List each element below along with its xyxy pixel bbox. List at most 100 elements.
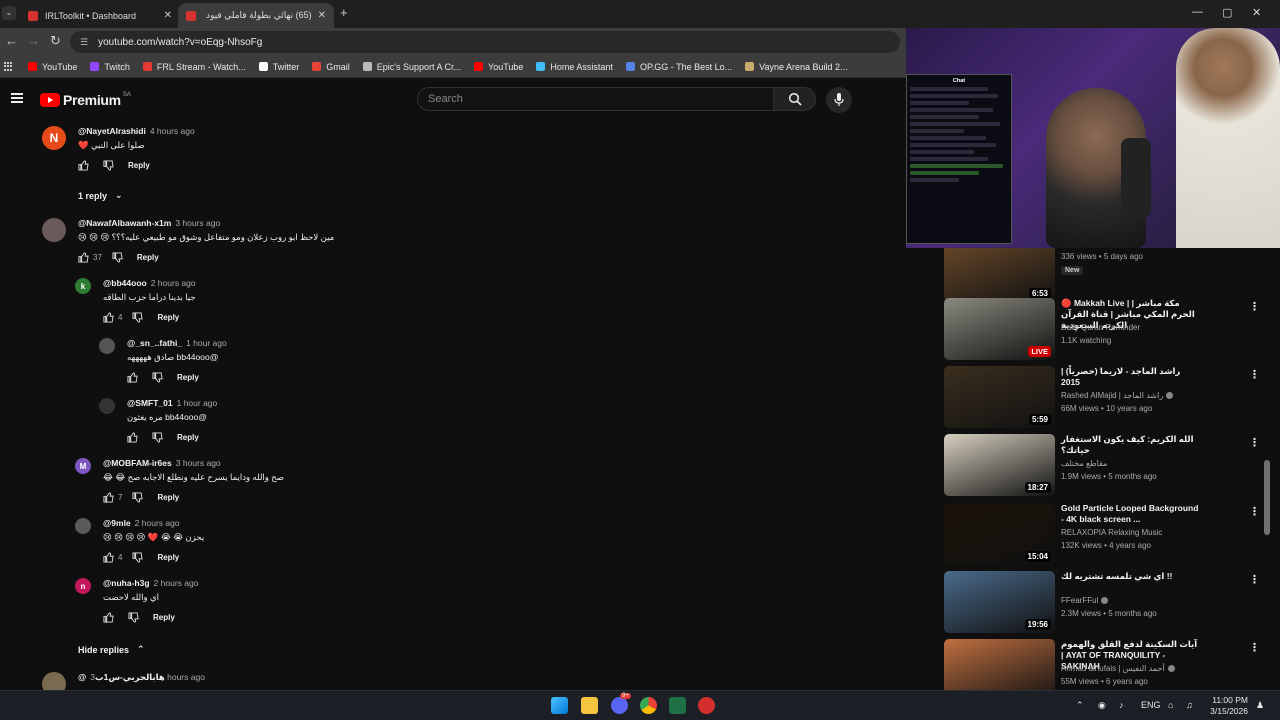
thumbs-down-icon[interactable] [152,432,163,443]
comment-author[interactable]: @هابالحربي-س1ب3 hours ago [78,672,205,683]
show-replies-button[interactable]: 1 reply ⌄ [78,190,123,201]
system-clock[interactable]: 11:00 PM 3/15/2026 [1202,695,1248,717]
recommended-video[interactable]: 15:04 Gold Particle Looped Background - 4… [944,503,1260,565]
back-arrow-icon[interactable]: ← [5,33,18,48]
avatar[interactable] [75,518,91,534]
bookmark-item[interactable]: Home Assistant [536,62,613,72]
bookmark-item[interactable]: Twitter [258,62,299,72]
video-title[interactable]: راشد الماجد - لاريما (حصرياً) | 2015 [1061,366,1199,388]
author-handle[interactable]: @bb44ooo [103,278,147,288]
apps-grid-icon[interactable] [4,61,14,72]
thumbs-down-icon[interactable] [132,312,144,323]
channel-name[interactable]: FFearFFul [1061,596,1109,605]
author-handle[interactable]: @MOBFAM-ir6es [103,458,172,468]
tab-irltoolkit[interactable]: IRLToolkit • Dashboard ✕ [20,3,180,28]
thumbs-up-icon[interactable] [127,432,138,443]
comment-author[interactable]: @MOBFAM-ir6es 3 hours ago [103,458,221,468]
search-button[interactable] [773,87,816,111]
tray-app-icon[interactable]: ◉ [1098,700,1106,711]
more-options-icon[interactable]: ⋮ [1249,436,1260,449]
bookmark-item[interactable]: FRL Stream - Watch... [142,62,246,72]
comment-author[interactable]: @NayetAlrashidi 4 hours ago [78,126,195,136]
avatar[interactable] [99,338,115,354]
forward-arrow-icon[interactable]: → [27,33,40,48]
comment-timestamp[interactable]: 2 hours ago [135,518,180,528]
page-scrollbar[interactable] [1264,460,1270,535]
site-info-icon[interactable]: ☰ [80,37,88,48]
reply-button[interactable]: Reply [157,553,179,562]
author-handle[interactable]: @9mle [103,518,131,528]
volume-icon[interactable]: ♫ [1186,700,1193,710]
network-icon[interactable]: ⌂ [1168,700,1173,710]
discord-icon[interactable] [611,697,628,714]
chrome-icon[interactable] [640,697,657,714]
thumbs-down-icon[interactable] [152,372,163,383]
recommended-video[interactable]: 6:53 Blaster 336 views • 5 days ago New [944,248,1260,302]
youtube-premium-logo[interactable]: Premium SA [40,92,131,108]
tab-close-icon[interactable]: ✕ [318,10,326,21]
recommended-video[interactable]: 5:59 راشد الماجد - لاريما (حصرياً) | 2015… [944,366,1260,428]
recommended-video[interactable]: 18:27 الله الكريم: كيف يكون الاستغفار حيا… [944,434,1260,496]
address-bar[interactable]: ☰ youtube.com/watch?v=oEqg-NhsoFg [70,31,900,53]
channel-name[interactable]: Rashed AlMajid | راشد الماجد [1061,391,1174,400]
comment-author[interactable]: @_sn_..fathi_ 1 hour ago [127,338,227,348]
video-thumbnail[interactable]: LIVE [944,298,1055,360]
bookmark-item[interactable]: Gmail [312,62,350,72]
avatar[interactable]: k [75,278,91,294]
excel-icon[interactable] [669,697,686,714]
notifications-bell-icon[interactable]: ♟ [1256,700,1264,711]
close-window-icon[interactable]: ✕ [1252,6,1261,19]
reply-button[interactable]: Reply [153,613,175,622]
new-tab-button[interactable]: + [340,5,348,20]
recommended-video[interactable]: آيات السكينة لدفع القلق والهموم | AYAT O… [944,639,1260,690]
recommended-video[interactable]: 19:56 اي شي تلمسه تشتريه لك !! FFearFFul 2.… [944,571,1260,633]
comment-author[interactable]: @bb44ooo 2 hours ago [103,278,196,288]
author-handle[interactable]: @SMFT_01 [127,398,173,408]
bookmark-item[interactable]: Twitch [90,62,130,72]
avatar[interactable]: M [75,458,91,474]
thumbs-up-icon[interactable] [78,160,89,171]
hide-replies-button[interactable]: Hide replies ⌃ [78,644,145,655]
more-options-icon[interactable]: ⋮ [1249,505,1260,518]
video-title[interactable]: Gold Particle Looped Background - 4K bla… [1061,503,1199,525]
video-thumbnail[interactable]: 15:04 [944,503,1055,565]
comment-author[interactable]: @nuha-h3g 2 hours ago [103,578,198,588]
video-thumbnail[interactable]: 6:53 [944,248,1055,302]
avatar[interactable] [99,398,115,414]
more-options-icon[interactable]: ⋮ [1249,641,1260,654]
reply-button[interactable]: Reply [177,433,199,442]
channel-name[interactable]: Daily Quran Reminder [1061,323,1140,332]
voice-search-button[interactable] [826,87,852,113]
avatar[interactable]: N [42,126,66,150]
video-thumbnail[interactable]: 5:59 [944,366,1055,428]
minimize-icon[interactable]: — [1192,6,1203,18]
thumbs-up-icon[interactable] [103,312,114,323]
avatar[interactable]: n [75,578,91,594]
avatar[interactable] [42,218,66,242]
avatar[interactable] [42,672,66,690]
thumbs-down-icon[interactable] [132,492,144,503]
thumbs-down-icon[interactable] [103,160,114,171]
tray-mic-icon[interactable]: ♪ [1119,700,1124,710]
reload-icon[interactable]: ↻ [50,33,61,49]
more-options-icon[interactable]: ⋮ [1249,573,1260,586]
more-options-icon[interactable]: ⋮ [1249,368,1260,381]
video-thumbnail[interactable]: 19:56 [944,571,1055,633]
tab-search-button[interactable]: ⌄ [2,6,16,20]
tab-close-icon[interactable]: ✕ [164,10,172,21]
reply-button[interactable]: Reply [137,253,159,262]
reply-button[interactable]: Reply [128,161,150,170]
channel-name[interactable]: مقاطع مختلف [1061,459,1107,468]
thumbs-down-icon[interactable] [128,612,139,623]
author-handle[interactable]: @_sn_..fathi_ [127,338,182,348]
comment-timestamp[interactable]: 1 hour ago [177,398,218,408]
thumbs-down-icon[interactable] [112,252,123,263]
channel-name[interactable]: RELAXOPIA Relaxing Music [1061,528,1162,537]
comment-author[interactable]: @NawafAlbawanh-x1m 3 hours ago [78,218,220,228]
thumbs-up-icon[interactable] [127,372,138,383]
comment-timestamp[interactable]: 2 hours ago [151,278,196,288]
maximize-icon[interactable]: ▢ [1222,6,1232,19]
windows-start-icon[interactable] [551,697,568,714]
reply-button[interactable]: Reply [177,373,199,382]
thumbs-up-icon[interactable] [78,252,89,263]
